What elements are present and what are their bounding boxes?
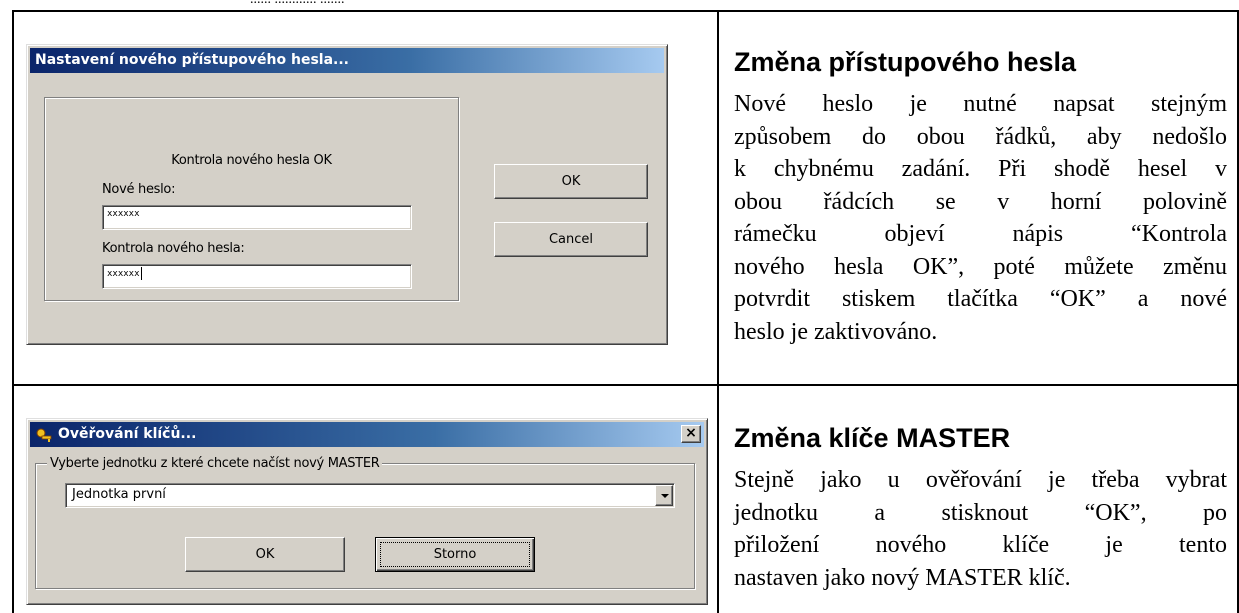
row1-paragraph-line: potvrdit stiskem tlačítka “OK” a nové — [734, 286, 1227, 312]
row2-paragraph: Stejně jako u ověřování je třeba vybrat … — [734, 464, 1227, 594]
row1-paragraph-line: obou řádcích se v horní polovině — [734, 188, 1227, 215]
unit-select[interactable]: Jednotka první — [65, 483, 675, 508]
password-status-text: Kontrola nového hesla OK — [171, 153, 332, 168]
table-divider-vertical — [717, 10, 719, 613]
close-button[interactable]: × — [681, 425, 701, 443]
row1-paragraph-line: k chybnému zadání. Při shodě hesel v — [734, 156, 1227, 182]
table-border-top — [12, 10, 1239, 12]
header-fragment: ...... ............ ....... — [250, 0, 345, 8]
ok-button[interactable]: OK — [494, 164, 648, 199]
dropdown-button[interactable] — [655, 485, 673, 506]
confirm-password-value: xxxxxx — [107, 269, 140, 279]
unit-group-label: Vyberte jednotku z které chcete načíst n… — [47, 456, 383, 471]
row2-paragraph-line: Stejně jako u ověřování je třeba vybrat — [734, 467, 1227, 493]
cancel-button-label: Cancel — [548, 232, 594, 247]
new-password-label: Nové heslo: — [102, 182, 176, 197]
ok-button-label: OK — [561, 174, 581, 189]
password-dialog-title: Nastavení nového přístupového hesla... — [35, 52, 349, 68]
row2-paragraph-line: přiložení nového klíče je tento — [734, 532, 1227, 558]
row1-paragraph: Nové heslo je nutné napsat stejným způso… — [734, 88, 1227, 348]
table-divider-horizontal — [12, 384, 1239, 386]
row1-heading: Změna přístupového hesla — [734, 47, 1077, 77]
confirm-password-label: Kontrola nového hesla: — [102, 241, 245, 256]
new-password-field[interactable]: xxxxxx — [102, 205, 412, 230]
row2-paragraph-line: nastaven jako nový MASTER klíč. — [734, 564, 1071, 591]
row2-heading: Změna klíče MASTER — [734, 423, 1011, 453]
chevron-down-icon — [661, 494, 669, 498]
key-icon — [36, 427, 52, 442]
cancel-button[interactable]: Cancel — [494, 222, 648, 257]
table-border-left — [12, 10, 14, 613]
key-ok-button-label: OK — [255, 547, 275, 562]
key-ok-button[interactable]: OK — [185, 537, 345, 572]
row1-paragraph-line: způsobem do obou řádků, aby nedošlo — [734, 123, 1227, 150]
unit-select-value: Jednotka první — [72, 487, 166, 502]
row1-paragraph-line: rámečku objeví nápis “Kontrola — [734, 221, 1227, 247]
text-caret — [140, 267, 142, 280]
password-dialog-titlebar[interactable]: Nastavení nového přístupového hesla... — [30, 48, 664, 73]
close-icon: × — [685, 425, 697, 441]
row2-paragraph-line: jednotku a stisknout “OK”, po — [734, 499, 1227, 526]
key-dialog: Ověřování klíčů... × Vyberte jednotku z … — [26, 418, 708, 605]
focus-ring — [380, 542, 530, 567]
row1-paragraph-line: Nové heslo je nutné napsat stejným — [734, 91, 1227, 117]
row1-paragraph-line: nového hesla OK”, poté můžete změnu — [734, 253, 1227, 280]
new-password-value: xxxxxx — [107, 209, 140, 219]
confirm-password-field[interactable]: xxxxxx — [102, 264, 412, 289]
storno-button[interactable]: Storno — [375, 537, 535, 572]
row1-paragraph-line: heslo je zaktivováno. — [734, 318, 938, 345]
unit-groupbox — [35, 463, 695, 589]
password-dialog: Nastavení nového přístupového hesla... K… — [26, 44, 668, 345]
key-dialog-titlebar[interactable]: Ověřování klíčů... × — [30, 422, 704, 447]
key-dialog-title: Ověřování klíčů... — [58, 426, 197, 442]
